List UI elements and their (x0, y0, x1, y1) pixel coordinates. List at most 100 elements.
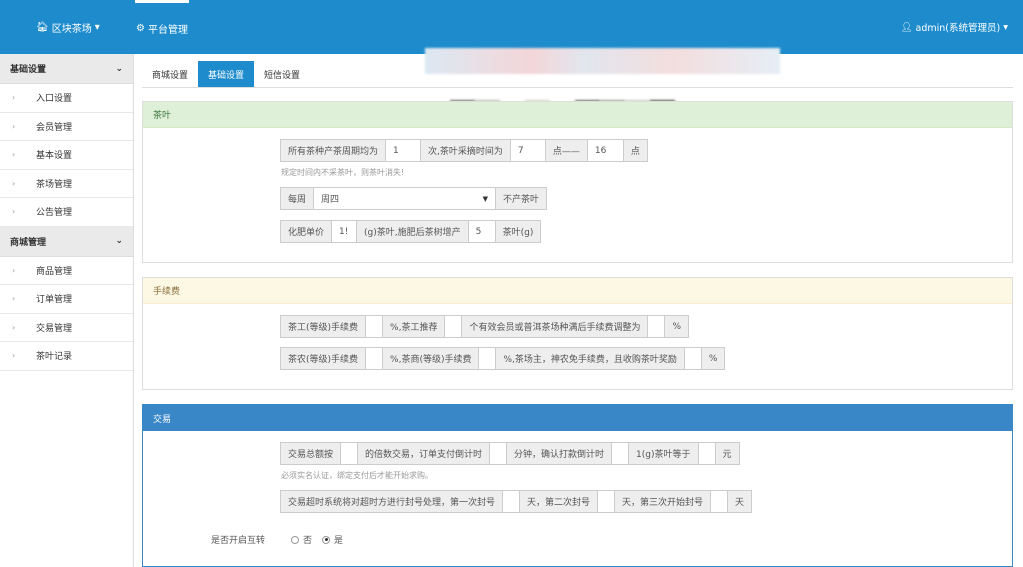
radio-no[interactable] (291, 535, 300, 544)
ban-third-input[interactable] (710, 490, 729, 513)
tea-weekday-row: 每周 周四 ▼ 不产茶叶 (280, 187, 548, 210)
user-menu[interactable]: 👤︎ admin(系统管理员) ▾ (900, 20, 1008, 35)
sidebar-item-trades[interactable]: › 交易管理 (0, 314, 133, 342)
fertilizer-row: 化肥单价 1! (g)茶叶,施肥后茶树增产 5 茶叶(g) (280, 220, 542, 243)
confirm-countdown-input[interactable] (611, 442, 630, 465)
pick-start-input[interactable]: 7 (509, 139, 546, 162)
chevron-right-icon: › (12, 322, 16, 332)
radio-yes[interactable] (322, 535, 331, 544)
addon-label: 天 (727, 490, 753, 513)
adjusted-fee-input[interactable] (647, 315, 666, 338)
addon-label: (g)茶叶,施肥后茶树增产 (356, 220, 469, 243)
sidebar: 基础设置 ⌄ › 入口设置 › 会员管理 › 基本设置 › 茶场管理 › 公告管理 商城管… (0, 54, 134, 567)
sidebar-item-label: 茶场管理 (36, 179, 73, 190)
addon-label: 点 (622, 139, 648, 162)
sidebar-item-entry[interactable]: › 入口设置 (0, 84, 133, 113)
chevron-right-icon: › (12, 150, 16, 160)
chevron-down-icon: ⌄ (115, 236, 123, 246)
trade-multiple-input[interactable] (340, 442, 359, 465)
caret-down-icon: ▾ (1003, 21, 1008, 33)
fertilizer-price-input[interactable]: 1! (331, 220, 358, 243)
worker-fee-input[interactable] (365, 315, 384, 338)
addon-label: 茶农(等级)手续费 (280, 347, 367, 370)
addon-label: % (700, 347, 726, 370)
sidebar-item-products[interactable]: › 商品管理 (0, 257, 133, 285)
panel-title: 茶叶 (143, 102, 1012, 128)
brand-dropdown[interactable]: 🏠︎ 区块茶场 ▾ (36, 20, 100, 35)
tea-price-input[interactable] (697, 442, 716, 465)
ban-first-input[interactable] (502, 490, 521, 513)
sidebar-item-orders[interactable]: › 订单管理 (0, 285, 133, 314)
weekday-select[interactable]: 周四 ▼ (313, 187, 497, 210)
sidebar-item-label: 商品管理 (36, 266, 73, 277)
addon-label: 次,茶叶采摘时间为 (420, 139, 511, 162)
pick-end-input[interactable]: 16 (586, 139, 624, 162)
addon-label: 茶工(等级)手续费 (280, 315, 367, 338)
fee-row-2: 茶农(等级)手续费 %,茶商(等级)手续费 %,茶场主，神农免手续费，且收购茶叶… (280, 347, 726, 370)
cycle-input[interactable]: 1 (385, 139, 422, 162)
tea-hint: 规定时间内不采茶叶，则茶叶消失! (281, 168, 405, 177)
chevron-down-icon: ⌄ (115, 63, 123, 74)
tea-period-row: 所有茶种产茶周期均为 1 次,茶叶采摘时间为 7 点—— 16 点 (280, 139, 648, 162)
worker-referral-input[interactable] (444, 315, 463, 338)
addon-label: 分钟，确认打款倒计时 (506, 442, 613, 465)
mutual-transfer-row: 是否开启互转 否 是 (211, 533, 343, 546)
ban-second-input[interactable] (597, 490, 616, 513)
tab-sms-settings[interactable]: 短信设置 (254, 61, 310, 87)
sidebar-item-notices[interactable]: › 公告管理 (0, 198, 133, 227)
main-content: 商城设置 基础设置 短信设置 (142, 61, 1013, 88)
fee-row-1: 茶工(等级)手续费 %,茶工推荐 个有效会员或普洱茶场种满后手续费调整为 % (280, 315, 690, 338)
sidebar-group-basic[interactable]: 基础设置 ⌄ (0, 54, 133, 84)
addon-label: %,茶场主，神农免手续费，且收购茶叶奖励 (495, 347, 685, 370)
panel-tea: 茶叶 所有茶种产茶周期均为 1 次,茶叶采摘时间为 7 点—— 16 点 规定时… (142, 101, 1013, 263)
brand-label: 区块茶场 (51, 24, 92, 35)
sidebar-item-basic-settings[interactable]: › 基本设置 (0, 141, 133, 170)
panel-title: 交易 (143, 405, 1012, 431)
tea-reward-input[interactable] (683, 347, 702, 370)
sidebar-item-tea-records[interactable]: › 茶叶记录 (0, 342, 133, 371)
sidebar-group-label: 基础设置 (10, 65, 47, 75)
sidebar-group-label: 商城管理 (10, 237, 47, 248)
merchant-fee-input[interactable] (478, 347, 497, 370)
tab-mall-settings[interactable]: 商城设置 (142, 61, 198, 87)
trade-hint: 必须实名认证，绑定支付后才能开始求购。 (281, 471, 433, 480)
sidebar-item-label: 会员管理 (36, 122, 73, 133)
addon-label: 天，第三次开始封号 (614, 490, 712, 513)
pay-countdown-input[interactable] (489, 442, 508, 465)
sidebar-item-label: 入口设置 (36, 94, 73, 105)
addon-label: 点—— (544, 139, 588, 162)
addon-label: 交易总额按 (280, 442, 342, 465)
home-icon: 🏠︎ (36, 22, 49, 33)
chevron-right-icon: › (12, 351, 16, 361)
trade-row-1: 交易总额按 的倍数交易，订单支付倒计时 分钟，确认打款倒计时 1(g)茶叶等于 … (280, 442, 740, 465)
panel-fee: 手续费 茶工(等级)手续费 %,茶工推荐 个有效会员或普洱茶场种满后手续费调整为… (142, 277, 1013, 390)
radio-no-label: 否 (303, 536, 313, 546)
addon-label: 天，第二次封号 (519, 490, 599, 513)
tab-basic-settings[interactable]: 基础设置 (198, 61, 255, 87)
trade-row-2: 交易超时系统将对超时方进行封号处理，第一次封号 天，第二次封号 天，第三次开始封… (280, 490, 753, 513)
settings-tabs: 商城设置 基础设置 短信设置 (142, 61, 1013, 88)
addon-label: 元 (714, 442, 740, 465)
sidebar-group-mall[interactable]: 商城管理 ⌄ (0, 226, 133, 257)
sidebar-item-members[interactable]: › 会员管理 (0, 113, 133, 141)
sidebar-item-label: 茶叶记录 (36, 352, 73, 363)
nav-platform-management[interactable]: ⚙ 平台管理 (135, 0, 189, 54)
addon-label: %,茶商(等级)手续费 (382, 347, 480, 370)
sidebar-item-label: 订单管理 (36, 295, 73, 306)
addon-label: 交易超时系统将对超时方进行封号处理，第一次封号 (280, 490, 504, 513)
nav-platform-label: 平台管理 (147, 25, 188, 36)
chevron-right-icon: › (12, 207, 16, 217)
sidebar-item-tea-farm[interactable]: › 茶场管理 (0, 170, 133, 198)
farmer-fee-input[interactable] (365, 347, 384, 370)
addon-label: 所有茶种产茶周期均为 (280, 139, 387, 162)
addon-label: 茶叶(g) (494, 220, 542, 243)
chevron-right-icon: › (12, 178, 16, 188)
fertilizer-yield-input[interactable]: 5 (467, 220, 496, 243)
gear-icon: ⚙ (136, 23, 145, 34)
chevron-right-icon: › (12, 121, 16, 131)
addon-label: 1(g)茶叶等于 (628, 442, 699, 465)
addon-label: 不产茶叶 (495, 187, 548, 210)
sidebar-item-label: 交易管理 (36, 323, 73, 334)
addon-label: 的倍数交易，订单支付倒计时 (357, 442, 491, 465)
user-label: admin(系统管理员) (915, 23, 1001, 34)
